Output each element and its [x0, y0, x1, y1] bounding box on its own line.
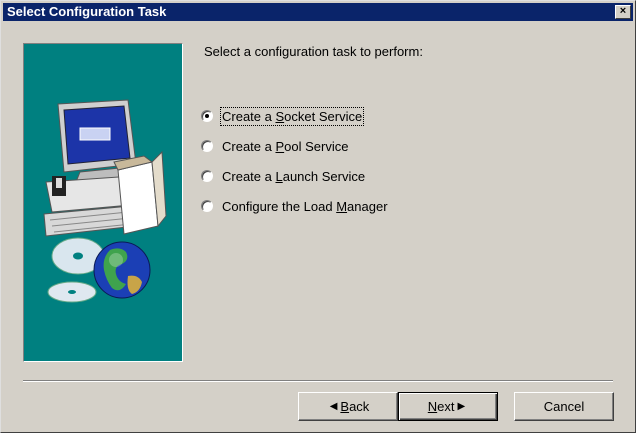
back-button[interactable]: ◀ Back	[298, 392, 398, 421]
task-prompt: Select a configuration task to perform:	[204, 44, 423, 59]
title-bar: Select Configuration Task ×	[3, 3, 633, 21]
dialog-window: Select Configuration Task × Select a con…	[0, 0, 636, 433]
cancel-label: Cancel	[543, 399, 585, 414]
radio-selected-dot	[205, 114, 209, 118]
illustration-graphic	[43, 99, 167, 303]
back-label: Back	[340, 399, 370, 414]
radio-button[interactable]	[201, 140, 213, 152]
next-button[interactable]: Next ▶	[398, 392, 498, 421]
window-title: Select Configuration Task	[7, 4, 167, 19]
close-icon: ×	[619, 5, 627, 17]
globe-icon	[93, 241, 151, 299]
radio-button[interactable]	[201, 110, 213, 122]
option-load-manager[interactable]: Configure the Load Manager	[201, 197, 441, 215]
close-button[interactable]: ×	[615, 5, 631, 19]
computer-icon	[43, 99, 167, 237]
next-arrow-icon: ▶	[457, 401, 466, 412]
option-label: Create a Socket Service	[219, 106, 365, 126]
next-label: Next	[427, 399, 455, 414]
option-launch-service[interactable]: Create a Launch Service	[201, 167, 441, 185]
option-label: Configure the Load Manager	[222, 198, 388, 214]
option-label: Create a Pool Service	[222, 138, 349, 154]
radio-button[interactable]	[201, 200, 213, 212]
footer-separator	[23, 380, 613, 382]
wizard-illustration	[23, 43, 183, 362]
option-label: Create a Launch Service	[222, 168, 366, 184]
back-arrow-icon: ◀	[329, 401, 338, 412]
option-socket-service[interactable]: Create a Socket Service	[201, 106, 441, 126]
cancel-button[interactable]: Cancel	[514, 392, 614, 421]
radio-button[interactable]	[201, 170, 213, 182]
option-pool-service[interactable]: Create a Pool Service	[201, 137, 441, 155]
